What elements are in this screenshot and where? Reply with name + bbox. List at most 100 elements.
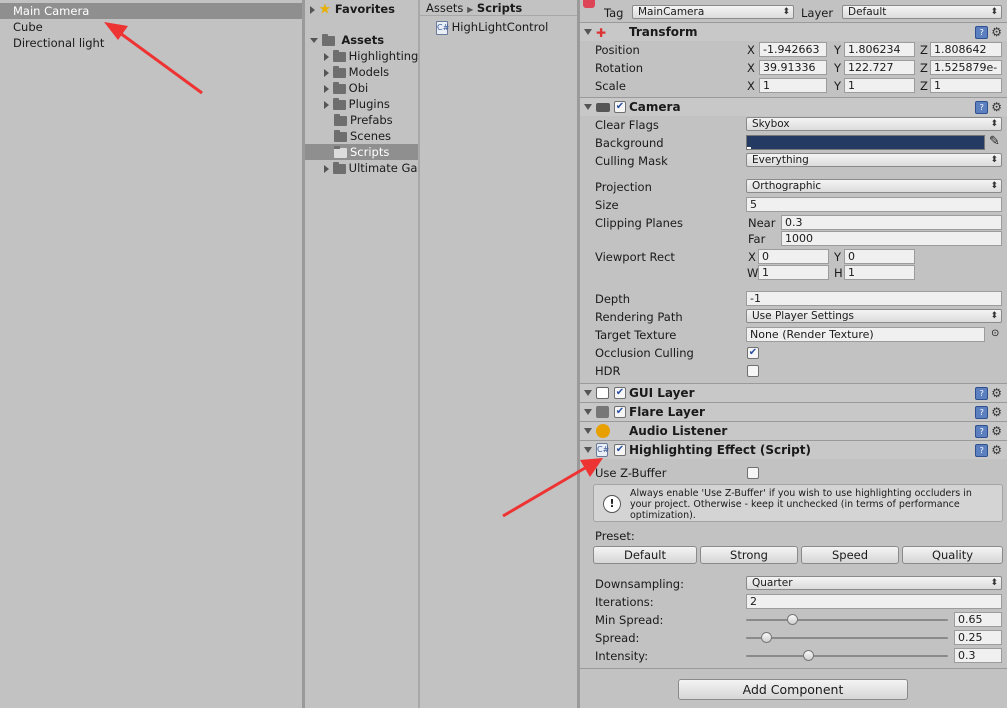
gear-icon[interactable]: ⚙ bbox=[991, 405, 1002, 419]
expand-arrow-icon[interactable] bbox=[324, 84, 329, 93]
audio-listener-header[interactable]: Audio Listener ? ⚙ bbox=[580, 421, 1007, 440]
help-book-icon[interactable]: ? bbox=[975, 25, 989, 39]
assets-row[interactable]: Assets bbox=[310, 32, 384, 48]
gear-icon[interactable]: ⚙ bbox=[991, 386, 1002, 400]
intensity-slider-knob[interactable] bbox=[803, 650, 814, 661]
far-field[interactable]: 1000 bbox=[781, 231, 1002, 246]
near-label[interactable]: Near bbox=[748, 216, 775, 230]
min-spread-slider[interactable] bbox=[746, 619, 948, 621]
gui-layer-checkbox[interactable]: ✔ bbox=[614, 387, 626, 399]
scale-y-field[interactable]: 1 bbox=[844, 78, 915, 93]
folder-ultimate[interactable]: Ultimate Ga bbox=[324, 160, 417, 176]
hierarchy-item-main-camera[interactable]: Main Camera bbox=[0, 3, 302, 19]
file-item[interactable]: C# HighLightControl bbox=[436, 20, 548, 35]
collapse-arrow-icon[interactable] bbox=[310, 38, 318, 43]
axis-y-label[interactable]: Y bbox=[834, 79, 841, 93]
foldout-arrow-icon[interactable] bbox=[584, 29, 592, 35]
gui-layer-header[interactable]: ✔ GUI Layer ? ⚙ bbox=[580, 383, 1007, 402]
folder-prefabs[interactable]: Prefabs bbox=[334, 112, 393, 128]
add-component-button[interactable]: Add Component bbox=[678, 679, 908, 700]
position-x-field[interactable]: -1.942663 bbox=[759, 42, 827, 57]
tag-dropdown[interactable]: MainCamera bbox=[632, 5, 794, 19]
axis-y-label[interactable]: Y bbox=[834, 250, 841, 264]
hierarchy-item-cube[interactable]: Cube bbox=[0, 19, 302, 35]
rotation-x-field[interactable]: 39.91336 bbox=[759, 60, 827, 75]
viewport-w-field[interactable]: 1 bbox=[758, 265, 829, 280]
axis-x-label[interactable]: X bbox=[747, 43, 755, 57]
preset-default-button[interactable]: Default bbox=[593, 546, 697, 564]
highlighting-effect-checkbox[interactable]: ✔ bbox=[614, 444, 626, 456]
highlighting-effect-header[interactable]: C# ✔ Highlighting Effect (Script) ? ⚙ bbox=[580, 440, 1007, 459]
axis-w-label[interactable]: W bbox=[747, 266, 758, 280]
folder-plugins[interactable]: Plugins bbox=[324, 96, 390, 112]
camera-enabled-checkbox[interactable]: ✔ bbox=[614, 101, 626, 113]
rotation-y-field[interactable]: 122.727 bbox=[844, 60, 915, 75]
iterations-field[interactable]: 2 bbox=[746, 594, 1002, 609]
gear-icon[interactable]: ⚙ bbox=[991, 25, 1002, 39]
min-spread-slider-knob[interactable] bbox=[787, 614, 798, 625]
eyedropper-icon[interactable]: ✎ bbox=[989, 134, 1000, 149]
preset-quality-button[interactable]: Quality bbox=[902, 546, 1003, 564]
near-field[interactable]: 0.3 bbox=[781, 215, 1002, 230]
axis-h-label[interactable]: H bbox=[834, 266, 843, 280]
transform-header[interactable]: ✚ Transform ? ⚙ bbox=[580, 22, 1007, 41]
axis-y-label[interactable]: Y bbox=[834, 43, 841, 57]
background-color-swatch[interactable] bbox=[746, 135, 985, 150]
axis-x-label[interactable]: X bbox=[748, 250, 756, 264]
folder-highlighting[interactable]: HighlightingS bbox=[324, 48, 426, 64]
min-spread-field[interactable]: 0.65 bbox=[954, 612, 1002, 627]
spread-field[interactable]: 0.25 bbox=[954, 630, 1002, 645]
expand-arrow-icon[interactable] bbox=[324, 52, 329, 61]
folder-scripts[interactable]: Scripts bbox=[305, 144, 419, 160]
position-y-field[interactable]: 1.806234 bbox=[844, 42, 915, 57]
axis-z-label[interactable]: Z bbox=[920, 43, 928, 57]
scale-z-field[interactable]: 1 bbox=[930, 78, 1002, 93]
size-field[interactable]: 5 bbox=[746, 197, 1002, 212]
help-book-icon[interactable]: ? bbox=[975, 424, 989, 438]
axis-z-label[interactable]: Z bbox=[920, 61, 928, 75]
clear-flags-dropdown[interactable]: Skybox bbox=[746, 117, 1002, 131]
scale-x-field[interactable]: 1 bbox=[759, 78, 827, 93]
camera-header[interactable]: ✔ Camera ? ⚙ bbox=[580, 97, 1007, 116]
help-book-icon[interactable]: ? bbox=[975, 100, 989, 114]
viewport-x-field[interactable]: 0 bbox=[758, 249, 829, 264]
hierarchy-item-directional-light[interactable]: Directional light bbox=[0, 35, 302, 51]
downsampling-dropdown[interactable]: Quarter bbox=[746, 576, 1002, 590]
rotation-z-field[interactable]: 1.525879e- bbox=[930, 60, 1002, 75]
folder-models[interactable]: Models bbox=[324, 64, 389, 80]
hdr-checkbox[interactable] bbox=[747, 365, 759, 377]
foldout-arrow-icon[interactable] bbox=[584, 409, 592, 415]
expand-arrow-icon[interactable] bbox=[324, 100, 329, 109]
expand-arrow-icon[interactable] bbox=[310, 5, 315, 14]
favorites-row[interactable]: ★ Favorites bbox=[310, 1, 395, 18]
projection-dropdown[interactable]: Orthographic bbox=[746, 179, 1002, 193]
occlusion-culling-checkbox[interactable]: ✔ bbox=[747, 347, 759, 359]
foldout-arrow-icon[interactable] bbox=[584, 447, 592, 453]
help-book-icon[interactable]: ? bbox=[975, 443, 989, 457]
rendering-path-dropdown[interactable]: Use Player Settings bbox=[746, 309, 1002, 323]
folder-obi[interactable]: Obi bbox=[324, 80, 368, 96]
help-book-icon[interactable]: ? bbox=[975, 386, 989, 400]
folder-scenes[interactable]: Scenes bbox=[334, 128, 391, 144]
foldout-arrow-icon[interactable] bbox=[584, 390, 592, 396]
intensity-slider[interactable] bbox=[746, 655, 948, 657]
axis-y-label[interactable]: Y bbox=[834, 61, 841, 75]
far-label[interactable]: Far bbox=[748, 232, 765, 246]
axis-x-label[interactable]: X bbox=[747, 61, 755, 75]
culling-mask-dropdown[interactable]: Everything bbox=[746, 153, 1002, 167]
help-book-icon[interactable]: ? bbox=[975, 405, 989, 419]
expand-arrow-icon[interactable] bbox=[324, 164, 329, 173]
foldout-arrow-icon[interactable] bbox=[584, 428, 592, 434]
preset-speed-button[interactable]: Speed bbox=[801, 546, 899, 564]
breadcrumb-assets[interactable]: Assets bbox=[426, 1, 463, 15]
use-zbuffer-checkbox[interactable] bbox=[747, 467, 759, 479]
intensity-field[interactable]: 0.3 bbox=[954, 648, 1002, 663]
depth-field[interactable]: -1 bbox=[746, 291, 1002, 306]
axis-x-label[interactable]: X bbox=[747, 79, 755, 93]
spread-slider[interactable] bbox=[746, 637, 948, 639]
viewport-h-field[interactable]: 1 bbox=[844, 265, 915, 280]
gear-icon[interactable]: ⚙ bbox=[991, 443, 1002, 457]
gear-icon[interactable]: ⚙ bbox=[991, 100, 1002, 114]
expand-arrow-icon[interactable] bbox=[324, 68, 329, 77]
foldout-arrow-icon[interactable] bbox=[584, 104, 592, 110]
